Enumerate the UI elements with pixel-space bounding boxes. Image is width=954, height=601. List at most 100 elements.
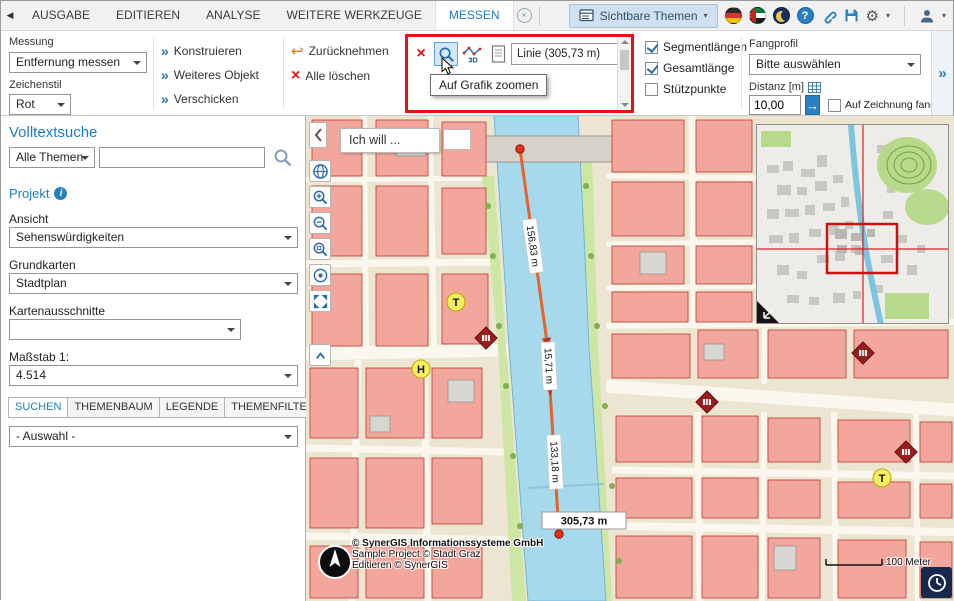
- report-button[interactable]: [488, 42, 508, 66]
- measurement-list-item[interactable]: Linie (305,73 m): [511, 43, 629, 65]
- kartenausschnitte-label: Kartenausschnitte: [9, 304, 105, 318]
- zoom-in-button[interactable]: [309, 186, 331, 208]
- settings-gear-icon[interactable]: ⚙: [866, 7, 879, 25]
- tab-ausgabe[interactable]: AUSGABE: [19, 1, 103, 30]
- layers-panel-icon: [579, 9, 594, 22]
- messung-label: Messung: [9, 36, 54, 48]
- overview-canvas: [757, 125, 949, 324]
- full-extent-button[interactable]: [309, 290, 331, 312]
- svg-text:T: T: [879, 473, 886, 485]
- tab-messen[interactable]: MESSEN: [435, 1, 514, 30]
- konstruieren-button[interactable]: » Konstruieren: [161, 44, 242, 58]
- measure-result-panel-highlight: × 3D: [405, 34, 634, 113]
- measure-3d-button[interactable]: 3D: [461, 42, 485, 66]
- settings-caret-icon[interactable]: ▾: [886, 11, 890, 20]
- auswahl-select[interactable]: - Auswahl -: [9, 426, 298, 447]
- collapse-sidebar-button[interactable]: [309, 122, 327, 148]
- tab-legende[interactable]: LEGENDE: [159, 397, 226, 418]
- fangprofil-label: Fangprofil: [749, 38, 798, 50]
- double-arrow-icon: »: [161, 93, 169, 105]
- ribbon-expand-button[interactable]: »: [931, 31, 953, 115]
- apply-distance-button[interactable]: →: [805, 95, 820, 115]
- table-grid-icon[interactable]: [808, 82, 821, 93]
- link-icon[interactable]: [821, 8, 837, 24]
- ich-will-widget[interactable]: Ich will ...: [340, 128, 471, 153]
- ansicht-select[interactable]: Sehenswürdigkeiten: [9, 227, 298, 248]
- chevron-down-icon: ▾: [704, 11, 708, 20]
- scroll-thumb[interactable]: [620, 50, 629, 70]
- night-mode-icon[interactable]: [773, 7, 790, 24]
- tab-suchen[interactable]: SUCHEN: [8, 397, 68, 418]
- fangprofil-select[interactable]: Bitte auswählen: [749, 54, 921, 75]
- overview-map[interactable]: [756, 124, 949, 324]
- grundkarten-select[interactable]: Stadtplan: [9, 273, 298, 294]
- double-arrow-icon: »: [161, 69, 169, 81]
- massstab-select[interactable]: 4.514: [9, 365, 298, 386]
- close-tab-icon[interactable]: ×: [517, 8, 532, 23]
- scale-line: [825, 556, 883, 568]
- user-caret-icon[interactable]: ▾: [942, 11, 946, 20]
- tab-scroll-left-icon[interactable]: ◀: [1, 10, 19, 21]
- segmentlaengen-option[interactable]: Segmentlängen: [645, 40, 747, 54]
- separator: [283, 37, 284, 109]
- map-copyright: © SynerGIS Informationssysteme GmbH Samp…: [352, 538, 543, 571]
- alle-loeschen-button[interactable]: × Alle löschen: [291, 69, 370, 83]
- sidebar-tabs: SUCHEN THEMENBAUM LEGENDE THEMENFILTER: [9, 397, 322, 418]
- stuetzpunkte-option[interactable]: Stützpunkte: [645, 82, 726, 96]
- zoom-window-button[interactable]: [309, 238, 331, 260]
- weiteres-objekt-button[interactable]: » Weiteres Objekt: [161, 68, 259, 82]
- separator: [741, 37, 742, 109]
- visible-themes-label: Sichtbare Themen: [600, 9, 698, 23]
- map-viewport[interactable]: T H T 156,83 m 15,71 m 133,18 m: [306, 116, 954, 601]
- delete-measurement-button[interactable]: ×: [411, 42, 431, 66]
- save-icon[interactable]: [844, 8, 859, 23]
- separator: [153, 37, 154, 109]
- separator: [539, 6, 540, 26]
- tab-editieren[interactable]: EDITIEREN: [103, 1, 193, 30]
- scroll-up-icon[interactable]: [621, 40, 629, 44]
- themes-select[interactable]: Alle Themen: [9, 147, 95, 168]
- massstab-label: Maßstab 1:: [9, 350, 69, 364]
- visible-themes-button[interactable]: Sichtbare Themen ▾: [569, 4, 718, 28]
- info-icon[interactable]: i: [54, 187, 67, 200]
- svg-text:H: H: [417, 364, 425, 376]
- history-clock-button[interactable]: [921, 567, 952, 598]
- volltextsuche-heading[interactable]: Volltextsuche: [9, 124, 97, 141]
- svg-text:3D: 3D: [468, 56, 478, 65]
- checkbox-checked[interactable]: [645, 62, 658, 75]
- language-arabic-icon[interactable]: [749, 7, 766, 24]
- gesamtlaenge-option[interactable]: Gesamtlänge: [645, 61, 734, 75]
- fulltext-search-input[interactable]: [99, 147, 265, 168]
- pan-up-button[interactable]: [309, 344, 331, 366]
- kartenausschnitte-select[interactable]: [9, 319, 241, 340]
- center-map-button[interactable]: [309, 264, 331, 286]
- messung-select[interactable]: Entfernung messen: [9, 52, 147, 73]
- verschicken-button[interactable]: » Verschicken: [161, 92, 239, 106]
- help-icon[interactable]: ?: [797, 7, 814, 24]
- globe-tool-button[interactable]: [309, 160, 331, 182]
- checkbox-checked[interactable]: [645, 41, 658, 54]
- fang-checkbox-label: Auf Zeichnung fang...: [845, 99, 931, 111]
- search-icon[interactable]: [273, 148, 293, 168]
- scroll-down-icon[interactable]: [621, 103, 629, 107]
- fang-checkbox-unchecked[interactable]: [828, 99, 841, 112]
- tab-themenbaum[interactable]: THEMENBAUM: [67, 397, 159, 418]
- zoom-in-icon: [312, 189, 329, 206]
- scale-bar: 100 Meter: [825, 556, 931, 568]
- panel-scrollbar[interactable]: [617, 37, 631, 110]
- zuruecknehmen-button[interactable]: ↩ Zurücknehmen: [291, 44, 389, 58]
- zoom-out-button[interactable]: [309, 212, 331, 234]
- center-target-icon: [312, 267, 329, 284]
- language-german-icon[interactable]: [725, 7, 742, 24]
- ich-will-button[interactable]: Ich will ...: [340, 128, 440, 153]
- checkbox-unchecked[interactable]: [645, 83, 658, 96]
- chevron-up-icon: [312, 347, 329, 364]
- tab-weitere-werkzeuge[interactable]: WEITERE WERKZEUGE: [274, 1, 435, 30]
- distanz-input[interactable]: [749, 95, 801, 115]
- user-icon[interactable]: [919, 8, 935, 24]
- zoom-window-icon: [312, 241, 329, 258]
- compass-icon[interactable]: [316, 543, 354, 581]
- ich-will-input[interactable]: [443, 129, 471, 150]
- zeichenstil-select[interactable]: Rot: [9, 94, 71, 115]
- tab-analyse[interactable]: ANALYSE: [193, 1, 273, 30]
